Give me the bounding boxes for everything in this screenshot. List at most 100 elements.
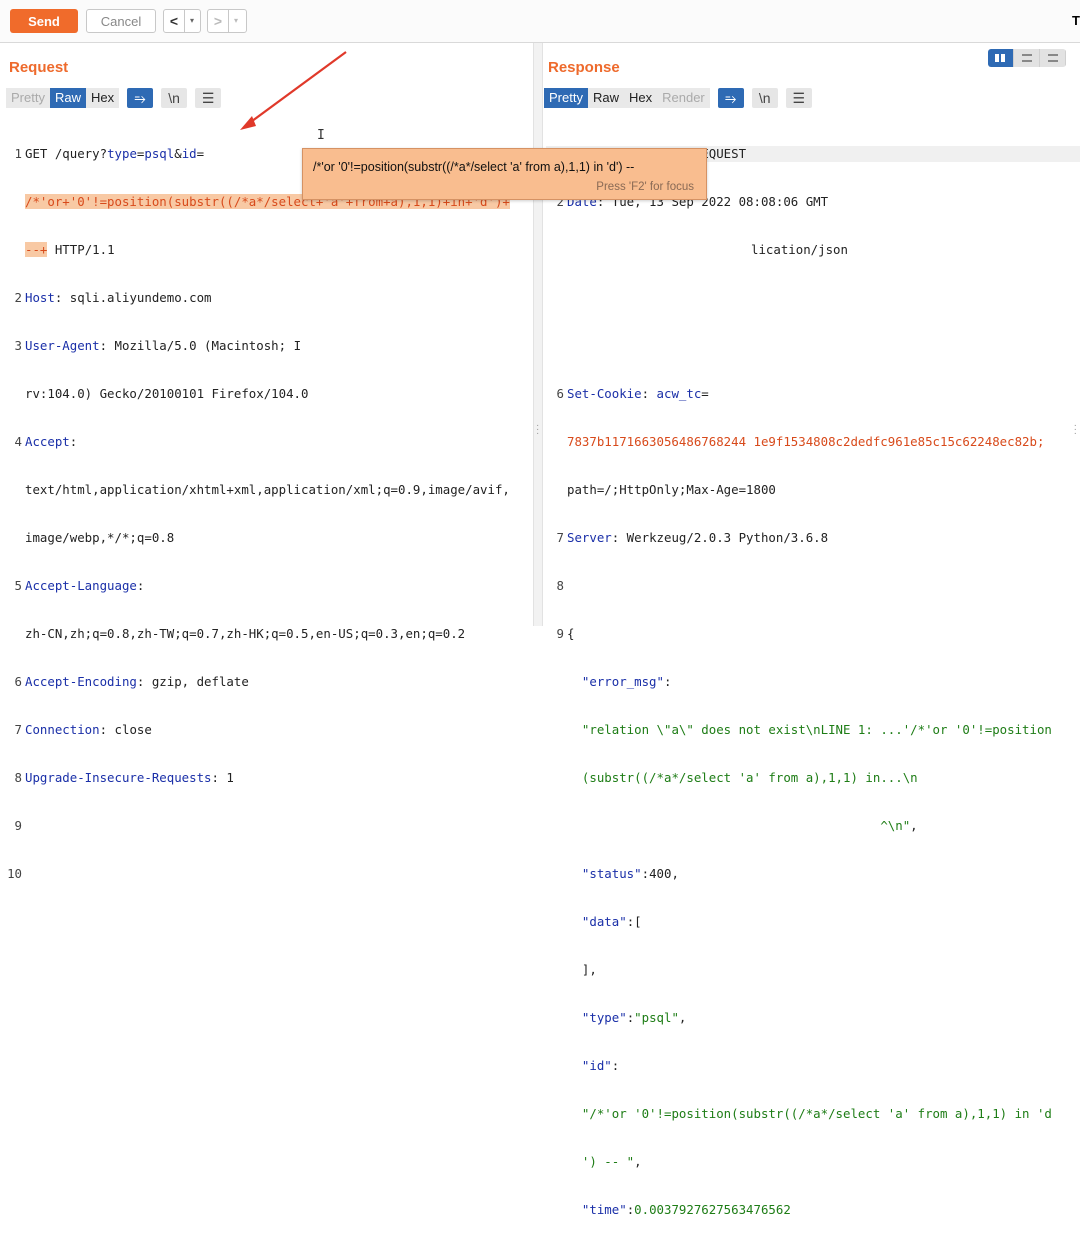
json-bracket: :[ bbox=[626, 914, 642, 929]
header-value: : close bbox=[99, 722, 152, 737]
header-name: Accept-Language bbox=[25, 578, 137, 593]
header-value: zh-CN,zh;q=0.8,zh-TW;q=0.7,zh-HK;q=0.5,e… bbox=[25, 626, 466, 641]
layout-tabs-icon[interactable] bbox=[1040, 49, 1066, 67]
header-name: Set-Cookie bbox=[567, 386, 642, 401]
param-value: psql bbox=[144, 146, 175, 161]
line-number: 8 bbox=[556, 578, 564, 593]
json-key: "status" bbox=[581, 866, 642, 881]
decoded-tooltip[interactable]: /*'or '0'!=position(substr((/*a*/select … bbox=[302, 148, 707, 200]
tab-hex[interactable]: Hex bbox=[85, 88, 120, 108]
menu-icon[interactable]: ☰ bbox=[195, 88, 222, 108]
json-key: "time" bbox=[581, 1202, 627, 1217]
line-number: 10 bbox=[7, 866, 22, 881]
header-value: lication/json bbox=[751, 242, 848, 257]
cookie-value: 7837b1171663056486768244 1e9f1534808c2de… bbox=[567, 434, 1045, 449]
menu-icon[interactable]: ☰ bbox=[785, 88, 812, 108]
layout-switcher bbox=[988, 49, 1066, 67]
layout-stacked-icon[interactable] bbox=[1014, 49, 1040, 67]
line-number: 7 bbox=[14, 722, 22, 737]
line-number: 8 bbox=[14, 770, 22, 785]
response-tabs: Pretty Raw Hex Render ⥱ \n ☰ bbox=[544, 87, 812, 109]
colon: : bbox=[641, 386, 657, 401]
send-button[interactable]: Send bbox=[10, 9, 78, 33]
line-number: 4 bbox=[14, 434, 22, 449]
forward-nav[interactable]: > ▾ bbox=[207, 9, 247, 33]
header-value: rv:104.0) Gecko/20100101 Firefox/104.0 bbox=[25, 386, 309, 401]
request-title: Request bbox=[9, 59, 69, 76]
tab-hex[interactable]: Hex bbox=[623, 88, 658, 108]
drag-handle-icon[interactable]: · · · bbox=[536, 421, 539, 439]
equals-sign: = bbox=[701, 386, 709, 401]
line-number: 9 bbox=[14, 818, 22, 833]
line-number: 9 bbox=[556, 626, 564, 641]
request-line: GET /query? bbox=[25, 146, 108, 161]
tooltip-text: /*'or '0'!=position(substr((/*a*/select … bbox=[313, 160, 635, 174]
wrap-icon[interactable]: ⥱ bbox=[717, 88, 744, 108]
header-value: : gzip, deflate bbox=[136, 674, 249, 689]
tooltip-hint: Press 'F2' for focus bbox=[596, 181, 694, 193]
back-dropdown-icon[interactable]: ▾ bbox=[184, 10, 199, 32]
request-editor[interactable]: 1 GET /query?type=psql&id= /*'or+'0'!=pos… bbox=[4, 114, 532, 914]
json-string: "/*'or '0'!=position(substr((/*a*/select… bbox=[581, 1106, 1052, 1121]
colon: : bbox=[136, 578, 145, 593]
response-title: Response bbox=[548, 59, 620, 76]
back-arrow-icon[interactable]: < bbox=[164, 10, 184, 32]
json-key: "type" bbox=[581, 1010, 627, 1025]
line-number: 2 bbox=[14, 290, 22, 305]
cancel-button[interactable]: Cancel bbox=[86, 9, 156, 33]
json-number: 0.0037927627563476562 bbox=[634, 1202, 791, 1217]
json-string: ') -- " bbox=[581, 1154, 635, 1169]
json-key: "error_msg" bbox=[581, 674, 664, 689]
colon: : bbox=[663, 674, 672, 689]
newline-toggle[interactable]: \n bbox=[751, 88, 778, 108]
target-label: T bbox=[1072, 13, 1080, 28]
tab-raw[interactable]: Raw bbox=[587, 88, 624, 108]
colon: : bbox=[611, 1058, 620, 1073]
text-cursor-icon: I bbox=[317, 128, 325, 143]
selected-payload-end[interactable]: --+ bbox=[25, 242, 48, 257]
json-key: "data" bbox=[581, 914, 627, 929]
colon: : bbox=[69, 434, 78, 449]
comma: , bbox=[634, 1154, 642, 1169]
line-number: 3 bbox=[14, 338, 22, 353]
json-string: ^\n" bbox=[581, 818, 911, 833]
tab-pretty[interactable]: Pretty bbox=[544, 88, 588, 108]
layout-side-by-side-icon[interactable] bbox=[988, 49, 1014, 67]
header-value: : Werkzeug/2.0.3 Python/3.6.8 bbox=[611, 530, 829, 545]
header-value: image/webp,*/*;q=0.8 bbox=[25, 530, 175, 545]
line-number: 6 bbox=[14, 674, 22, 689]
json-key: "id" bbox=[581, 1058, 612, 1073]
json-bracket: ], bbox=[581, 962, 597, 977]
colon: : bbox=[626, 1202, 635, 1217]
forward-arrow-icon[interactable]: > bbox=[208, 10, 228, 32]
header-name: Host bbox=[25, 290, 55, 305]
response-editor[interactable]: 1HTTP/1.1 400 BAD REQUEST 2Date: Tue, 13… bbox=[546, 114, 1080, 1252]
tab-pretty[interactable]: Pretty bbox=[6, 88, 50, 108]
header-name: Connection bbox=[25, 722, 100, 737]
header-name: Server bbox=[567, 530, 612, 545]
json-brace: { bbox=[567, 626, 575, 641]
line-number: 5 bbox=[14, 578, 22, 593]
tab-raw[interactable]: Raw bbox=[49, 88, 86, 108]
header-name: Upgrade-Insecure-Requests bbox=[25, 770, 212, 785]
header-value: : sqli.aliyundemo.com bbox=[54, 290, 212, 305]
json-string: "relation \"a\" does not exist\nLINE 1: … bbox=[581, 722, 1052, 737]
tab-render[interactable]: Render bbox=[657, 88, 710, 108]
param-name: type bbox=[107, 146, 137, 161]
forward-dropdown-icon[interactable]: ▾ bbox=[228, 10, 243, 32]
cookie-name: acw_tc bbox=[656, 386, 702, 401]
header-value: text/html,application/xhtml+xml,applicat… bbox=[25, 482, 510, 497]
header-value: : 1 bbox=[211, 770, 234, 785]
comma: , bbox=[910, 818, 918, 833]
json-string: "psql" bbox=[634, 1010, 679, 1025]
header-name: User-Agent bbox=[25, 338, 100, 353]
header-name: Accept bbox=[25, 434, 70, 449]
ampersand: & bbox=[174, 146, 182, 161]
newline-toggle[interactable]: \n bbox=[161, 88, 188, 108]
header-value: : Mozilla/5.0 (Macintosh; I bbox=[99, 338, 302, 353]
wrap-icon[interactable]: ⥱ bbox=[127, 88, 154, 108]
line-number: 6 bbox=[556, 386, 564, 401]
json-brace: } bbox=[567, 1250, 1080, 1252]
request-tabs: Pretty Raw Hex ⥱ \n ☰ bbox=[6, 87, 222, 109]
back-nav[interactable]: < ▾ bbox=[163, 9, 201, 33]
